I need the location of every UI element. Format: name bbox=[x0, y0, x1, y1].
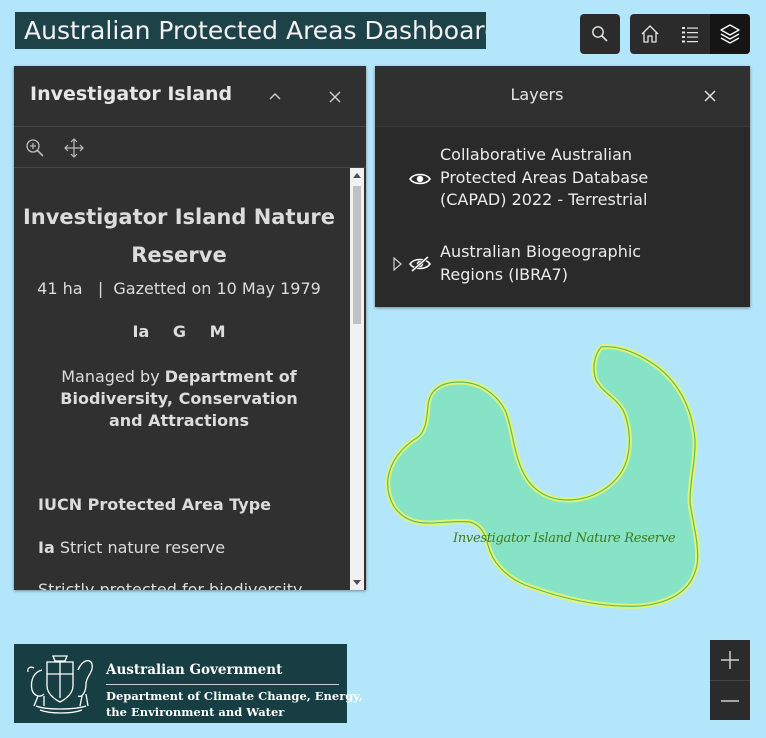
search-button[interactable] bbox=[580, 14, 620, 54]
layer-item-capad[interactable]: Collaborative Australian Protected Areas… bbox=[375, 144, 747, 214]
hidden-eye-icon[interactable] bbox=[409, 256, 431, 272]
logo-government: Australian Government bbox=[106, 662, 283, 678]
close-icon[interactable] bbox=[702, 88, 718, 104]
home-button[interactable] bbox=[630, 14, 670, 54]
layer-item-ibra7[interactable]: Australian Biogeographic Regions (IBRA7) bbox=[375, 241, 747, 287]
app-title: Australian Protected Areas Dashboard bbox=[15, 12, 486, 49]
logo-department-line1: Department of Climate Change, Energy, bbox=[106, 689, 363, 703]
layers-header: Layers bbox=[375, 66, 750, 127]
feature-popup: Investigator Island Investigator Island … bbox=[14, 66, 366, 590]
plus-icon bbox=[721, 651, 739, 669]
visible-eye-icon[interactable] bbox=[409, 171, 431, 187]
popup-scrollbar[interactable] bbox=[350, 168, 364, 590]
feature-name: Investigator Island Nature Reserve bbox=[22, 205, 336, 267]
coat-of-arms-icon bbox=[27, 655, 93, 714]
scroll-down-arrow[interactable] bbox=[353, 580, 361, 585]
iucn-code: Ia bbox=[38, 538, 55, 557]
pan-icon[interactable] bbox=[64, 138, 84, 158]
iucn-type: Ia Strict nature reserve bbox=[38, 538, 225, 557]
logo-department-line2: the Environment and Water bbox=[106, 705, 285, 719]
scroll-thumb[interactable] bbox=[353, 186, 361, 324]
feature-area: 41 ha bbox=[37, 279, 83, 298]
map-feature-label: Investigator Island Nature Reserve bbox=[453, 531, 676, 546]
code-badge: M bbox=[209, 322, 226, 341]
zoom-in-button[interactable] bbox=[710, 640, 750, 680]
feature-gazetted: Gazetted on 10 May 1979 bbox=[113, 279, 321, 298]
search-icon bbox=[592, 26, 608, 42]
layer-label: Australian Biogeographic Regions (IBRA7) bbox=[440, 242, 642, 284]
legend-button[interactable] bbox=[670, 14, 710, 54]
code-badge: G bbox=[172, 322, 186, 341]
layer-label: Collaborative Australian Protected Areas… bbox=[440, 145, 649, 209]
expand-caret-icon[interactable] bbox=[392, 257, 402, 271]
scroll-up-arrow[interactable] bbox=[353, 173, 361, 178]
iucn-description: Strictly protected for biodiversity bbox=[38, 580, 303, 590]
layers-button[interactable] bbox=[710, 14, 750, 54]
search-toolbar bbox=[580, 14, 620, 54]
minus-icon bbox=[721, 699, 739, 702]
managed-prefix: Managed by bbox=[61, 367, 160, 386]
code-badge: Ia bbox=[132, 322, 150, 341]
home-icon bbox=[641, 25, 659, 43]
government-logo: Australian Government Department of Clim… bbox=[14, 644, 363, 723]
feature-meta: 41 ha | Gazetted on 10 May 1979 bbox=[14, 279, 344, 298]
zoom-to-icon[interactable] bbox=[25, 138, 45, 158]
meta-separator: | bbox=[97, 279, 104, 298]
popup-actions bbox=[14, 127, 366, 168]
widget-toolbar bbox=[630, 14, 750, 54]
feature-codes: Ia G M bbox=[14, 322, 344, 341]
list-icon bbox=[682, 27, 698, 43]
collapse-icon[interactable] bbox=[266, 88, 284, 106]
iucn-heading: IUCN Protected Area Type bbox=[38, 495, 272, 514]
layers-panel: Layers Collaborative Australian Protecte… bbox=[375, 66, 750, 307]
popup-title: Investigator Island bbox=[30, 83, 233, 105]
zoom-out-button[interactable] bbox=[710, 680, 750, 720]
iucn-name: Strict nature reserve bbox=[59, 538, 226, 557]
feature-manager: Managed by Department of Biodiversity, C… bbox=[44, 366, 314, 432]
layers-title: Layers bbox=[510, 85, 564, 104]
close-icon[interactable] bbox=[326, 88, 344, 106]
logo-divider bbox=[106, 684, 339, 685]
popup-header: Investigator Island bbox=[14, 66, 366, 127]
layers-icon bbox=[720, 24, 740, 44]
popup-content: Investigator Island Nature Reserve 41 ha… bbox=[14, 168, 350, 590]
